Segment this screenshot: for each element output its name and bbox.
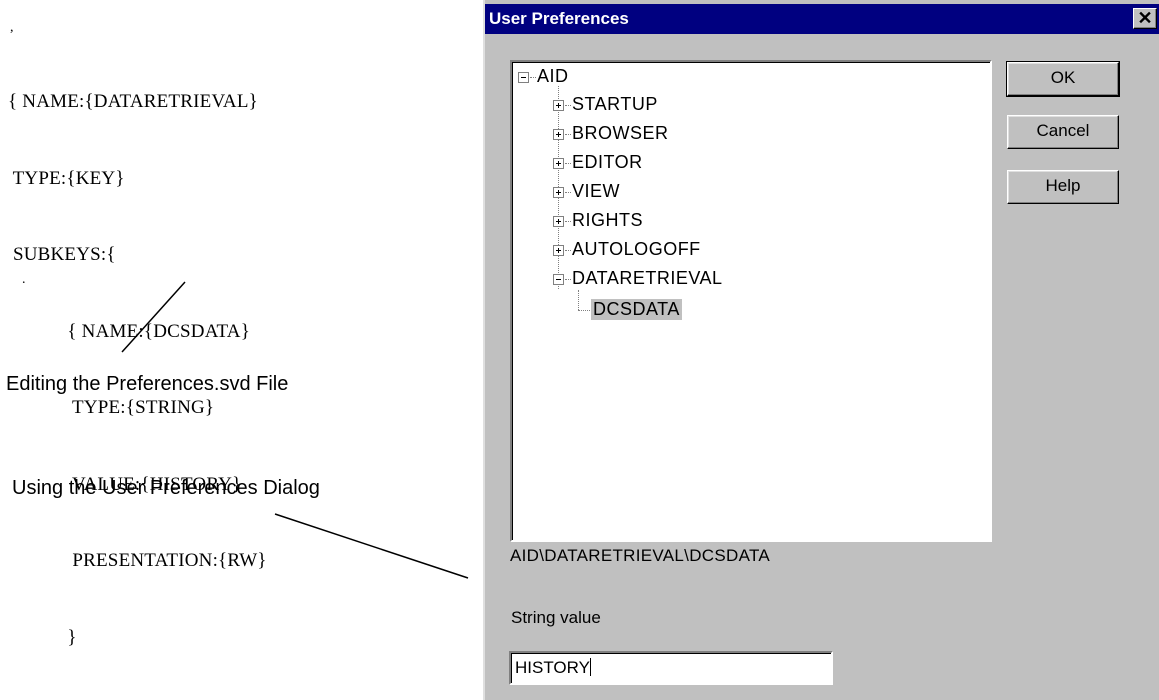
- tree-line: [565, 250, 571, 251]
- collapse-icon[interactable]: [518, 72, 529, 83]
- preferences-tree[interactable]: AID STARTUP BROWSER EDITOR VIEW RIGHTS A…: [510, 60, 992, 542]
- cancel-button[interactable]: Cancel: [1007, 115, 1119, 149]
- tree-line: [565, 105, 571, 106]
- text-caret: [589, 658, 591, 676]
- leader-line-dialog: [274, 513, 469, 579]
- close-button[interactable]: ✕: [1133, 8, 1157, 29]
- expand-icon[interactable]: [553, 187, 564, 198]
- code-line: }: [8, 626, 77, 648]
- svd-file-snippet: { NAME:{DATARETRIEVAL} TYPE:{KEY} SUBKEY…: [8, 38, 267, 676]
- stray-mark: ,: [10, 20, 14, 35]
- code-line: { NAME:{DATARETRIEVAL}: [8, 91, 258, 112]
- string-value-input[interactable]: HISTORY: [509, 651, 833, 685]
- tree-node-rights[interactable]: RIGHTS: [572, 210, 643, 231]
- user-preferences-dialog: User Preferences ✕ AID STARTUP BROWSER E…: [483, 0, 1159, 700]
- ok-button[interactable]: OK: [1006, 61, 1120, 97]
- close-icon: ✕: [1137, 8, 1153, 28]
- string-value-text: HISTORY: [515, 658, 590, 677]
- tree-line: [565, 279, 571, 280]
- tree-node-editor[interactable]: EDITOR: [572, 152, 643, 173]
- tree-node-autologoff[interactable]: AUTOLOGOFF: [572, 239, 701, 260]
- tree-line: [565, 134, 571, 135]
- code-line: { NAME:{DCSDATA}: [8, 320, 251, 342]
- expand-icon[interactable]: [553, 216, 564, 227]
- code-line: TYPE:{STRING}: [8, 397, 215, 418]
- caption-dialog: Using the User Preferences Dialog: [12, 477, 320, 499]
- tree-node-aid[interactable]: AID: [537, 66, 569, 87]
- tree-line: [530, 77, 536, 78]
- tree-line: [578, 290, 579, 310]
- stray-mark: .: [22, 272, 26, 287]
- code-line: PRESENTATION:{RW}: [8, 550, 267, 571]
- tree-line: [565, 192, 571, 193]
- title-bar[interactable]: User Preferences ✕: [485, 4, 1159, 34]
- collapse-icon[interactable]: [553, 274, 564, 285]
- help-button[interactable]: Help: [1007, 170, 1119, 204]
- code-line: TYPE:{KEY}: [8, 167, 125, 189]
- dialog-title: User Preferences: [489, 9, 629, 28]
- expand-icon[interactable]: [553, 100, 564, 111]
- tree-node-browser[interactable]: BROWSER: [572, 123, 669, 144]
- tree-node-view[interactable]: VIEW: [572, 181, 620, 202]
- tree-node-dataretrieval[interactable]: DATARETRIEVAL: [572, 268, 723, 289]
- tree-node-startup[interactable]: STARTUP: [572, 94, 658, 115]
- tree-line: [578, 310, 590, 311]
- expand-icon[interactable]: [553, 158, 564, 169]
- selected-path: AID\DATARETRIEVAL\DCSDATA: [510, 546, 771, 565]
- code-line: SUBKEYS:{: [8, 244, 116, 265]
- expand-icon[interactable]: [553, 245, 564, 256]
- tree-line: [565, 163, 571, 164]
- expand-icon[interactable]: [553, 129, 564, 140]
- caption-edit-file: Editing the Preferences.svd File: [6, 373, 289, 395]
- string-value-label: String value: [511, 608, 601, 627]
- tree-line: [565, 221, 571, 222]
- tree-node-dcsdata[interactable]: DCSDATA: [591, 299, 682, 320]
